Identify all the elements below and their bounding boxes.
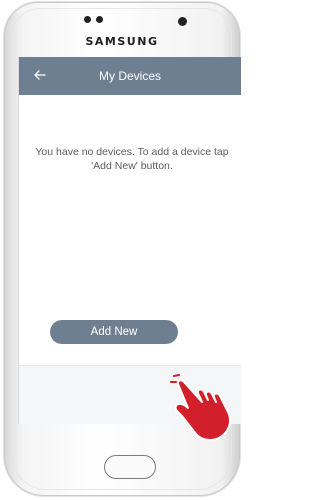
app-screen: My Devices You have no devices. To add a… — [18, 57, 241, 424]
page-title: My Devices — [98, 69, 161, 83]
front-camera — [178, 17, 187, 26]
brand-logo: SAMSUNG — [85, 35, 159, 48]
earpiece-speaker — [84, 16, 106, 23]
empty-state-message: You have no devices. To add a device tap… — [35, 146, 229, 172]
app-bar: My Devices — [19, 57, 241, 95]
home-button[interactable] — [104, 455, 156, 479]
add-new-button[interactable]: Add New — [50, 320, 178, 344]
hand-pointer-icon — [170, 374, 231, 441]
